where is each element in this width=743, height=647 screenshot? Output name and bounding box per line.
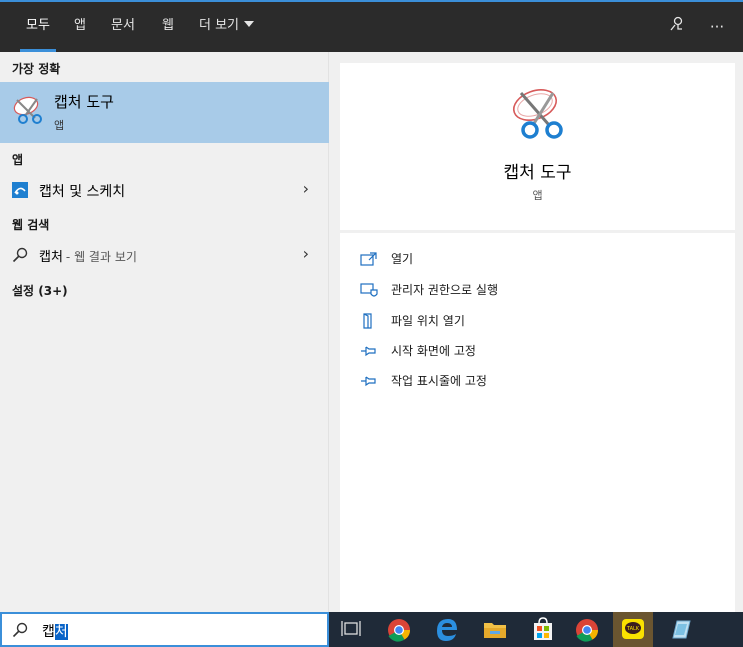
pin-icon [361,346,376,357]
svg-text:TALK: TALK [626,626,640,632]
web-query: 캡처 [39,250,63,265]
action-label: 열기 [391,252,414,266]
chrome-icon[interactable] [379,612,419,647]
tab-documents[interactable]: 문서 [111,2,135,52]
snip-sketch-icon [12,182,28,198]
pin-taskbar-icon [361,376,376,387]
store-icon[interactable] [523,612,563,647]
settings-header[interactable]: 설정 (3+) [12,282,68,299]
action-label: 관리자 권한으로 실행 [391,283,498,297]
snipping-tool-icon [13,96,42,124]
app-preview-card: 캡처 도구 앱 [340,63,735,230]
best-match-title: 캡처 도구 [54,93,114,111]
best-match-header: 가장 정확 [12,62,61,76]
best-match-item[interactable]: 캡처 도구 앱 [0,82,329,143]
open-icon [360,252,377,266]
best-match-subtitle: 앱 [54,119,65,132]
search-query-selection: 처 [54,624,68,640]
web-search-header: 웹 검색 [12,218,50,232]
task-view-icon[interactable] [331,612,371,647]
app-icon[interactable] [661,612,701,647]
chrome-icon[interactable] [567,612,607,647]
feedback-icon[interactable] [662,2,692,52]
snipping-tool-icon [512,89,563,139]
tab-more-label: 더 보기 [199,18,240,33]
search-input[interactable]: 캡처 [0,612,329,647]
preview-subtitle: 앱 [532,189,543,202]
app-item-label: 캡처 및 스케치 [39,184,126,200]
results-panel: 가장 정확 캡처 도구 앱 앱 캡처 및 스케치 › 웹 검색 캡처 - 웹 결과… [0,52,329,612]
taskbar: TALK [329,612,743,647]
web-result-hint: - 웹 결과 보기 [65,250,137,264]
app-item-snip-sketch[interactable]: 캡처 및 스케치 › [0,175,329,205]
preview-actions: 열기 관리자 권한으로 실행 파일 위치 열기 시작 화면에 고정 작업 표시줄… [340,233,735,612]
tab-apps[interactable]: 앱 [74,2,86,52]
chevron-right-icon[interactable]: › [303,244,309,263]
more-options-icon[interactable]: ··· [702,2,732,52]
tab-all[interactable]: 모두 [20,2,56,52]
action-label: 작업 표시줄에 고정 [391,374,487,388]
tab-more[interactable]: 더 보기 [199,2,255,52]
web-search-item[interactable]: 캡처 - 웹 결과 보기 › [0,240,329,270]
preview-title: 캡처 도구 [503,163,572,183]
file-explorer-icon[interactable] [475,612,515,647]
run-as-admin-icon [360,283,378,297]
file-location-icon [363,313,372,329]
search-query[interactable]: 캡처 [42,621,68,641]
chevron-right-icon[interactable]: › [303,179,309,198]
apps-header: 앱 [12,153,24,167]
web-search-label: 캡처 - 웹 결과 보기 [39,246,137,265]
search-icon [12,622,28,638]
action-label: 파일 위치 열기 [391,314,465,328]
kakaotalk-icon[interactable]: TALK [613,612,653,647]
tab-web[interactable]: 웹 [162,2,174,52]
edge-icon[interactable] [427,612,467,647]
caret-down-icon [244,21,255,27]
search-tab-bar: 모두 앱 문서 웹 더 보기 ··· [0,0,743,52]
search-icon [12,247,28,263]
search-query-text: 캡 [42,624,55,640]
action-label: 시작 화면에 고정 [391,344,476,358]
